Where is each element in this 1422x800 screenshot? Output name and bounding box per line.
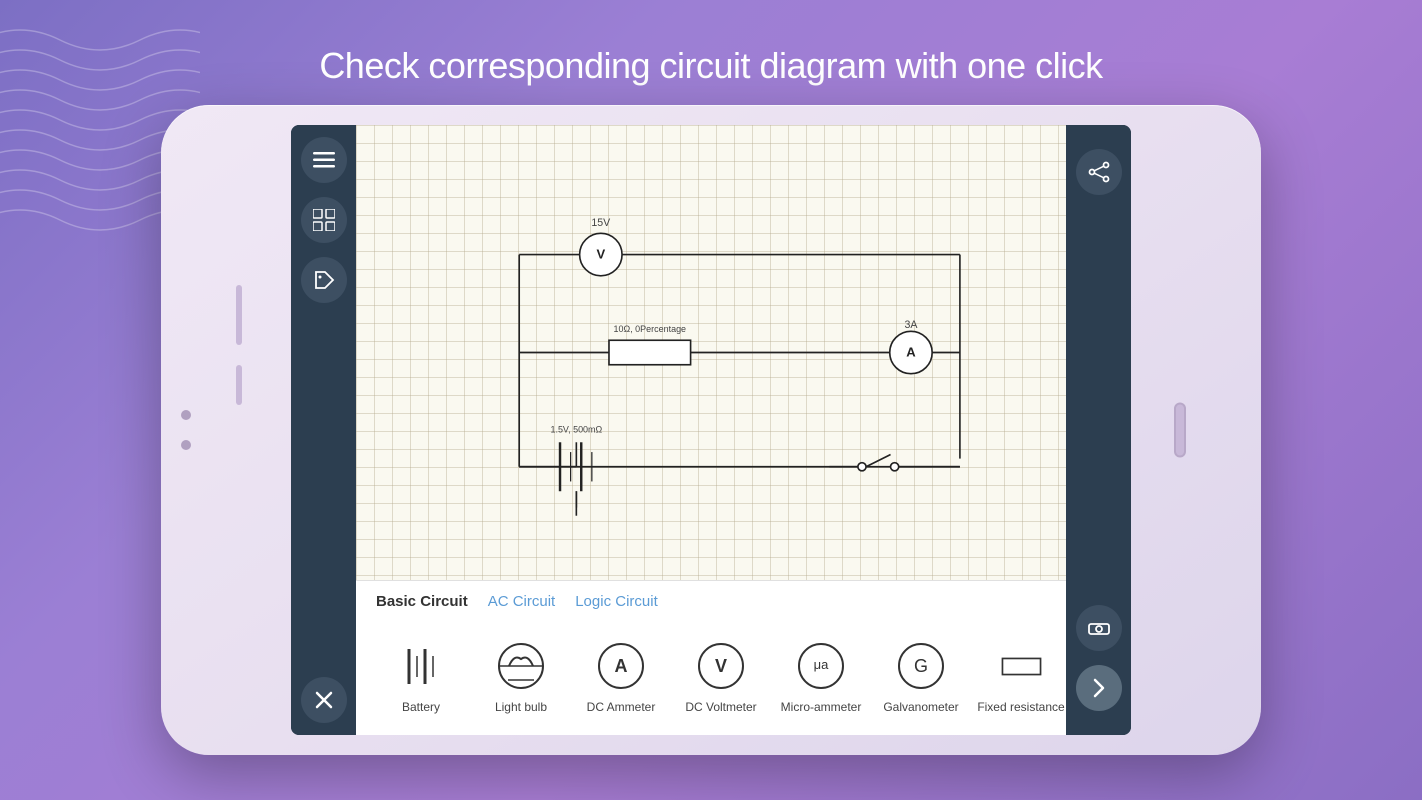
micro-ammeter-component[interactable]: μa Micro-ammeter — [776, 639, 866, 714]
next-button[interactable] — [1076, 665, 1122, 711]
svg-text:A: A — [614, 656, 627, 676]
tablet: A 3A V 15V 10Ω, 0Percentage — [161, 105, 1261, 755]
camera-area — [181, 410, 191, 450]
micro-ammeter-label-text: Micro-ammeter — [781, 700, 862, 714]
svg-text:V: V — [596, 247, 605, 262]
voltmeter-label: 15V — [591, 217, 611, 229]
screen: A 3A V 15V 10Ω, 0Percentage — [291, 125, 1131, 735]
battery-icon — [394, 639, 449, 694]
battery-label-text: Battery — [402, 700, 440, 714]
ammeter-icon: A — [594, 639, 649, 694]
ammeter-label: 3A — [904, 319, 918, 331]
tab-bar: Basic Circuit AC Circuit Logic Circuit — [356, 581, 1066, 618]
ammeter-component[interactable]: A DC Ammeter — [576, 639, 666, 714]
fixed-resistance-icon — [994, 639, 1049, 694]
headline: Check corresponding circuit diagram with… — [0, 45, 1422, 87]
left-sidebar — [291, 125, 356, 735]
main-area: A 3A V 15V 10Ω, 0Percentage — [356, 125, 1066, 735]
right-sidebar — [1066, 125, 1131, 735]
camera-dot-2 — [181, 440, 191, 450]
battery-component[interactable]: Battery — [376, 639, 466, 714]
ammeter-label-text: DC Ammeter — [587, 700, 656, 714]
resistor-label: 10Ω, 0Percentage — [614, 324, 687, 334]
menu-button[interactable] — [301, 137, 347, 183]
galvanometer-icon: G — [894, 639, 949, 694]
micro-ammeter-icon: μa — [794, 639, 849, 694]
components-row: Battery Light bulb — [356, 618, 1066, 735]
fixed-resistance-label-text: Fixed resistance — [977, 700, 1064, 714]
home-button[interactable] — [1174, 403, 1186, 458]
voltmeter-label-text: DC Voltmeter — [685, 700, 756, 714]
tab-logic-circuit[interactable]: Logic Circuit — [575, 591, 658, 612]
tab-ac-circuit[interactable]: AC Circuit — [488, 591, 556, 612]
svg-text:μa: μa — [813, 657, 828, 672]
voltmeter-icon: V — [694, 639, 749, 694]
fixed-resistance-component[interactable]: Fixed resistance — [976, 639, 1066, 714]
bottom-panel: Basic Circuit AC Circuit Logic Circuit — [356, 580, 1066, 735]
eraser-button[interactable] — [1076, 605, 1122, 651]
lightbulb-component[interactable]: Light bulb — [476, 639, 566, 714]
lightbulb-icon — [494, 639, 549, 694]
close-button[interactable] — [301, 677, 347, 723]
grid-button[interactable] — [301, 197, 347, 243]
svg-text:V: V — [714, 656, 726, 676]
camera-dot-1 — [181, 410, 191, 420]
tag-button[interactable] — [301, 257, 347, 303]
voltmeter-component[interactable]: V DC Voltmeter — [676, 639, 766, 714]
circuit-canvas[interactable]: A 3A V 15V 10Ω, 0Percentage — [356, 125, 1066, 580]
svg-text:G: G — [913, 656, 927, 676]
galvanometer-label-text: Galvanometer — [883, 700, 958, 714]
battery-label: 1.5V, 500mΩ — [550, 424, 602, 434]
galvanometer-component[interactable]: G Galvanometer — [876, 639, 966, 714]
svg-text:A: A — [906, 345, 916, 360]
volume-down-button[interactable] — [236, 365, 242, 405]
lightbulb-label-text: Light bulb — [495, 700, 547, 714]
volume-up-button[interactable] — [236, 285, 242, 345]
tab-basic-circuit[interactable]: Basic Circuit — [376, 591, 468, 612]
circuit-diagram: A 3A V 15V 10Ω, 0Percentage — [356, 125, 1066, 580]
share-button[interactable] — [1076, 149, 1122, 195]
